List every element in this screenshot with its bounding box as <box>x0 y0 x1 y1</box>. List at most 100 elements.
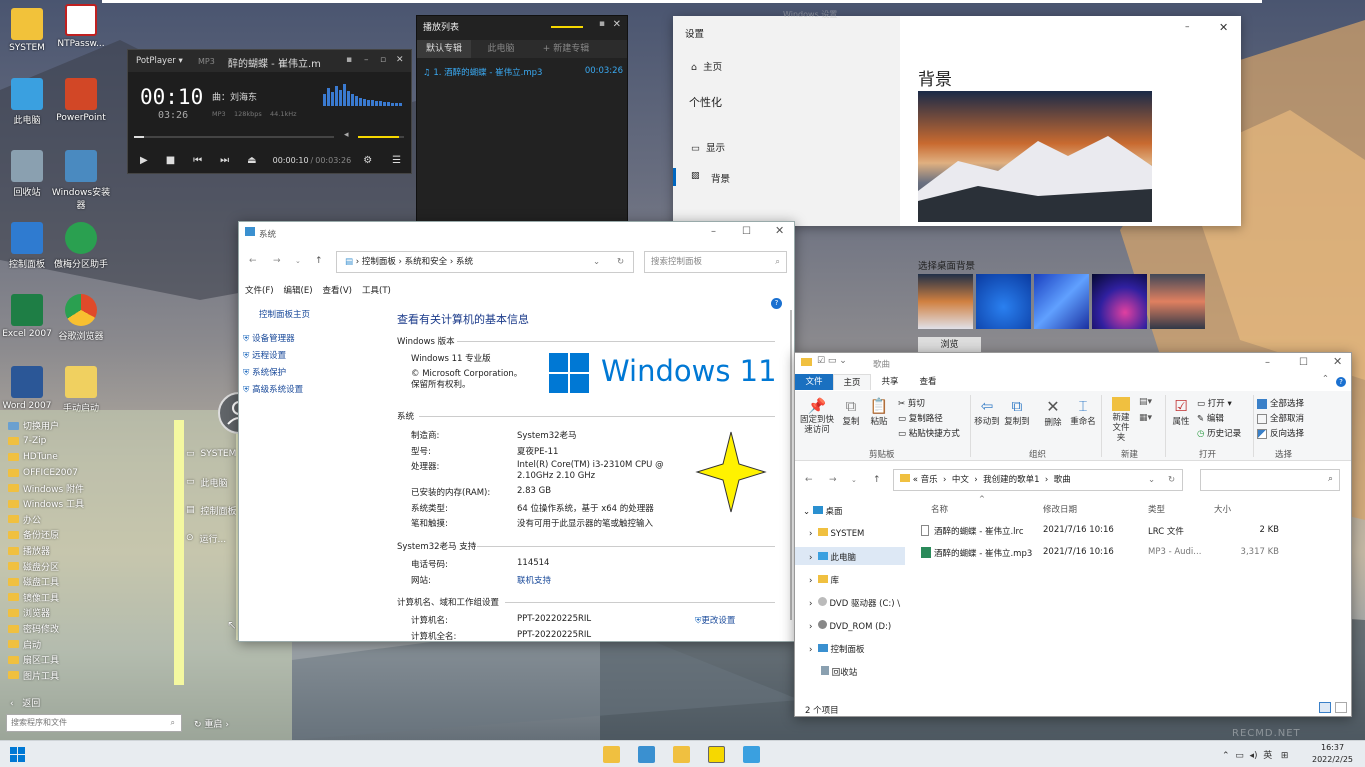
start-item-folder[interactable]: OFFICE2007 <box>0 465 182 481</box>
start-back-button[interactable]: ‹ 返回 <box>10 696 40 709</box>
close-icon[interactable]: ✕ <box>1333 355 1342 368</box>
nav-up-icon[interactable]: ↑ <box>315 256 323 266</box>
start-search-input[interactable]: 搜索程序和文件 ⌕ <box>6 714 182 732</box>
start-restart-button[interactable]: ↻ 重启 › <box>194 717 229 730</box>
cut-button[interactable]: ✂ 剪切 <box>898 397 925 409</box>
start-item-folder[interactable]: Windows 附件 <box>0 480 182 496</box>
copy-button[interactable]: ⧉ 复制 <box>839 397 863 427</box>
tab-file[interactable]: 文件 <box>795 374 833 390</box>
chevron-down-icon[interactable]: ⌄ <box>593 252 600 272</box>
tree-this-pc[interactable]: › 此电脑 <box>795 547 905 565</box>
maximize-icon[interactable]: ☐ <box>742 226 751 237</box>
tree-system[interactable]: › SYSTEM <box>809 528 864 539</box>
side-link-protection[interactable]: ⛨ 系统保护 <box>243 366 286 378</box>
desktop-icon-chrome[interactable]: 谷歌浏览器 <box>51 294 111 342</box>
start-item-folder[interactable]: 播放器 <box>0 543 182 559</box>
start-item-folder[interactable]: 备份还原 <box>0 527 182 543</box>
side-home-link[interactable]: 控制面板主页 <box>259 308 310 320</box>
desktop-icon-control-panel[interactable]: 控制面板 <box>0 222 57 270</box>
start-item-folder[interactable]: 磁盘分区 <box>0 558 182 574</box>
wallpaper-thumb-3[interactable] <box>1034 274 1089 329</box>
start-item-switch-user[interactable]: 切换用户 <box>0 418 182 434</box>
menu-edit[interactable]: 编辑(E) <box>284 284 313 296</box>
menu-tools[interactable]: 工具(T) <box>362 284 391 296</box>
minimize-icon[interactable]: – <box>364 55 369 65</box>
start-item-folder[interactable]: 镜像工具 <box>0 590 182 606</box>
address-bar[interactable]: ▤ › 控制面板 › 系统和安全 › 系统 ⌄ ↻ <box>336 251 634 273</box>
desktop-icon-powerpoint[interactable]: PowerPoint <box>51 78 111 123</box>
gear-icon[interactable]: ⚙ <box>363 155 372 166</box>
copy-to-button[interactable]: ⧉ 复制到 <box>1003 397 1031 427</box>
recent-dropdown-icon[interactable]: ⌄ <box>851 476 857 484</box>
start-scrollbar[interactable] <box>174 420 184 685</box>
explorer-search-input[interactable]: ⌕ <box>1200 469 1340 491</box>
tree-desktop[interactable]: ⌄ 桌面 <box>803 505 843 517</box>
wallpaper-thumb-1[interactable] <box>918 274 973 329</box>
desktop-icon-partition-assistant[interactable]: 傲梅分区助手 <box>51 222 111 270</box>
start-item-folder[interactable]: 密码修改 <box>0 621 182 637</box>
tab-this-pc[interactable]: 此电脑 <box>471 40 531 58</box>
properties-button[interactable]: ☑ 属性 <box>1169 397 1193 427</box>
pin-icon[interactable]: ▪ <box>346 55 352 65</box>
change-settings-link[interactable]: ⛨更改设置 <box>695 614 735 626</box>
help-icon[interactable]: ? <box>1336 377 1346 387</box>
wallpaper-thumb-5[interactable] <box>1150 274 1205 329</box>
refresh-icon[interactable]: ↻ <box>617 252 624 272</box>
new-item-icon[interactable]: ▤▾ <box>1139 397 1152 407</box>
tray-icons[interactable]: ⌃ ▭ ◂) 英 ⊞ <box>1222 748 1288 761</box>
history-button[interactable]: ◷ 历史记录 <box>1197 427 1241 439</box>
start-item-folder[interactable]: 图片工具 <box>0 668 182 684</box>
minimize-icon[interactable]: – <box>1185 22 1190 32</box>
refresh-icon[interactable]: ↻ <box>1168 470 1175 490</box>
maximize-icon[interactable]: ☐ <box>1299 357 1308 368</box>
new-folder-button[interactable]: 新建文件夹 <box>1105 397 1137 443</box>
browse-button[interactable]: 浏览 <box>918 337 981 353</box>
start-item-folder[interactable]: 启动 <box>0 636 182 652</box>
start-item-folder[interactable]: 磁盘工具 <box>0 574 182 590</box>
vertical-scrollbar[interactable] <box>790 310 792 620</box>
explorer-address-bar[interactable]: « 音乐 › 中文 › 我创建的歌单1 › 歌曲 ⌄ ↻ <box>893 469 1183 491</box>
clock[interactable]: 16:37 2022/2/25 <box>1312 742 1353 766</box>
tree-recycle-bin[interactable]: 回收站 <box>821 666 857 678</box>
quick-access-toolbar[interactable]: ☑ ▭ ⌄ <box>817 356 847 366</box>
large-icons-view-icon[interactable] <box>1335 702 1347 713</box>
volume-icon[interactable]: ◂ <box>344 130 349 140</box>
menu-view[interactable]: 查看(V) <box>323 284 352 296</box>
next-icon[interactable]: ⏭ <box>220 155 229 166</box>
online-support-link[interactable]: 联机支持 <box>517 574 551 586</box>
start-item-folder[interactable]: 浏览器 <box>0 605 182 621</box>
nav-back-icon[interactable]: ← <box>249 256 257 266</box>
side-link-device-manager[interactable]: ⛨ 设备管理器 <box>243 332 295 344</box>
tree-dvd-c[interactable]: › DVD 驱动器 (C:) \ <box>809 597 900 609</box>
close-icon[interactable]: ✕ <box>613 19 621 30</box>
desktop-icon-this-pc[interactable]: 此电脑 <box>0 78 57 126</box>
start-button[interactable] <box>10 747 25 762</box>
start-item-folder[interactable]: 办公 <box>0 512 182 528</box>
nav-up-icon[interactable]: ↑ <box>873 475 881 485</box>
nav-back-icon[interactable]: ← <box>805 475 813 485</box>
column-date[interactable]: 修改日期 <box>1043 503 1077 515</box>
potplayer-volume-slider[interactable] <box>358 136 404 138</box>
chevron-down-icon[interactable]: ⌄ <box>1148 470 1155 490</box>
taskbar-control-panel-icon[interactable] <box>638 746 655 763</box>
tree-control-panel[interactable]: › 控制面板 <box>809 643 865 655</box>
details-view-icon[interactable] <box>1319 702 1331 713</box>
start-item-folder[interactable]: Windows 工具 <box>0 496 182 512</box>
start-item-folder[interactable]: HDTune <box>0 449 182 465</box>
wallpaper-thumb-4[interactable] <box>1092 274 1147 329</box>
paste-button[interactable]: 📋 粘贴 <box>867 397 891 427</box>
playlist-volume-slider[interactable] <box>551 26 583 28</box>
start-item-folder[interactable]: 7-Zip <box>0 434 182 450</box>
select-none-button[interactable]: 全部取消 <box>1257 412 1304 424</box>
tab-new-album[interactable]: + 新建专辑 <box>531 40 601 58</box>
file-row[interactable]: 酒醉的蝴蝶 - 崔伟立.lrc 2021/7/16 10:16 LRC 文件 2… <box>921 525 1351 539</box>
easy-access-icon[interactable]: ▦▾ <box>1139 413 1152 423</box>
potplayer-menu-button[interactable]: PotPlayer ▾ <box>136 56 183 66</box>
desktop-icon-recycle-bin[interactable]: 回收站 <box>0 150 57 198</box>
desktop-icon-windows-installer[interactable]: Windows安装器 <box>51 150 111 211</box>
select-all-button[interactable]: 全部选择 <box>1257 397 1304 409</box>
copy-path-button[interactable]: ▭ 复制路径 <box>898 412 943 424</box>
stop-icon[interactable]: ■ <box>166 155 175 166</box>
pin-quick-access-button[interactable]: 📌 固定到快速访问 <box>799 397 835 435</box>
tab-home[interactable]: 主页 <box>833 374 871 390</box>
